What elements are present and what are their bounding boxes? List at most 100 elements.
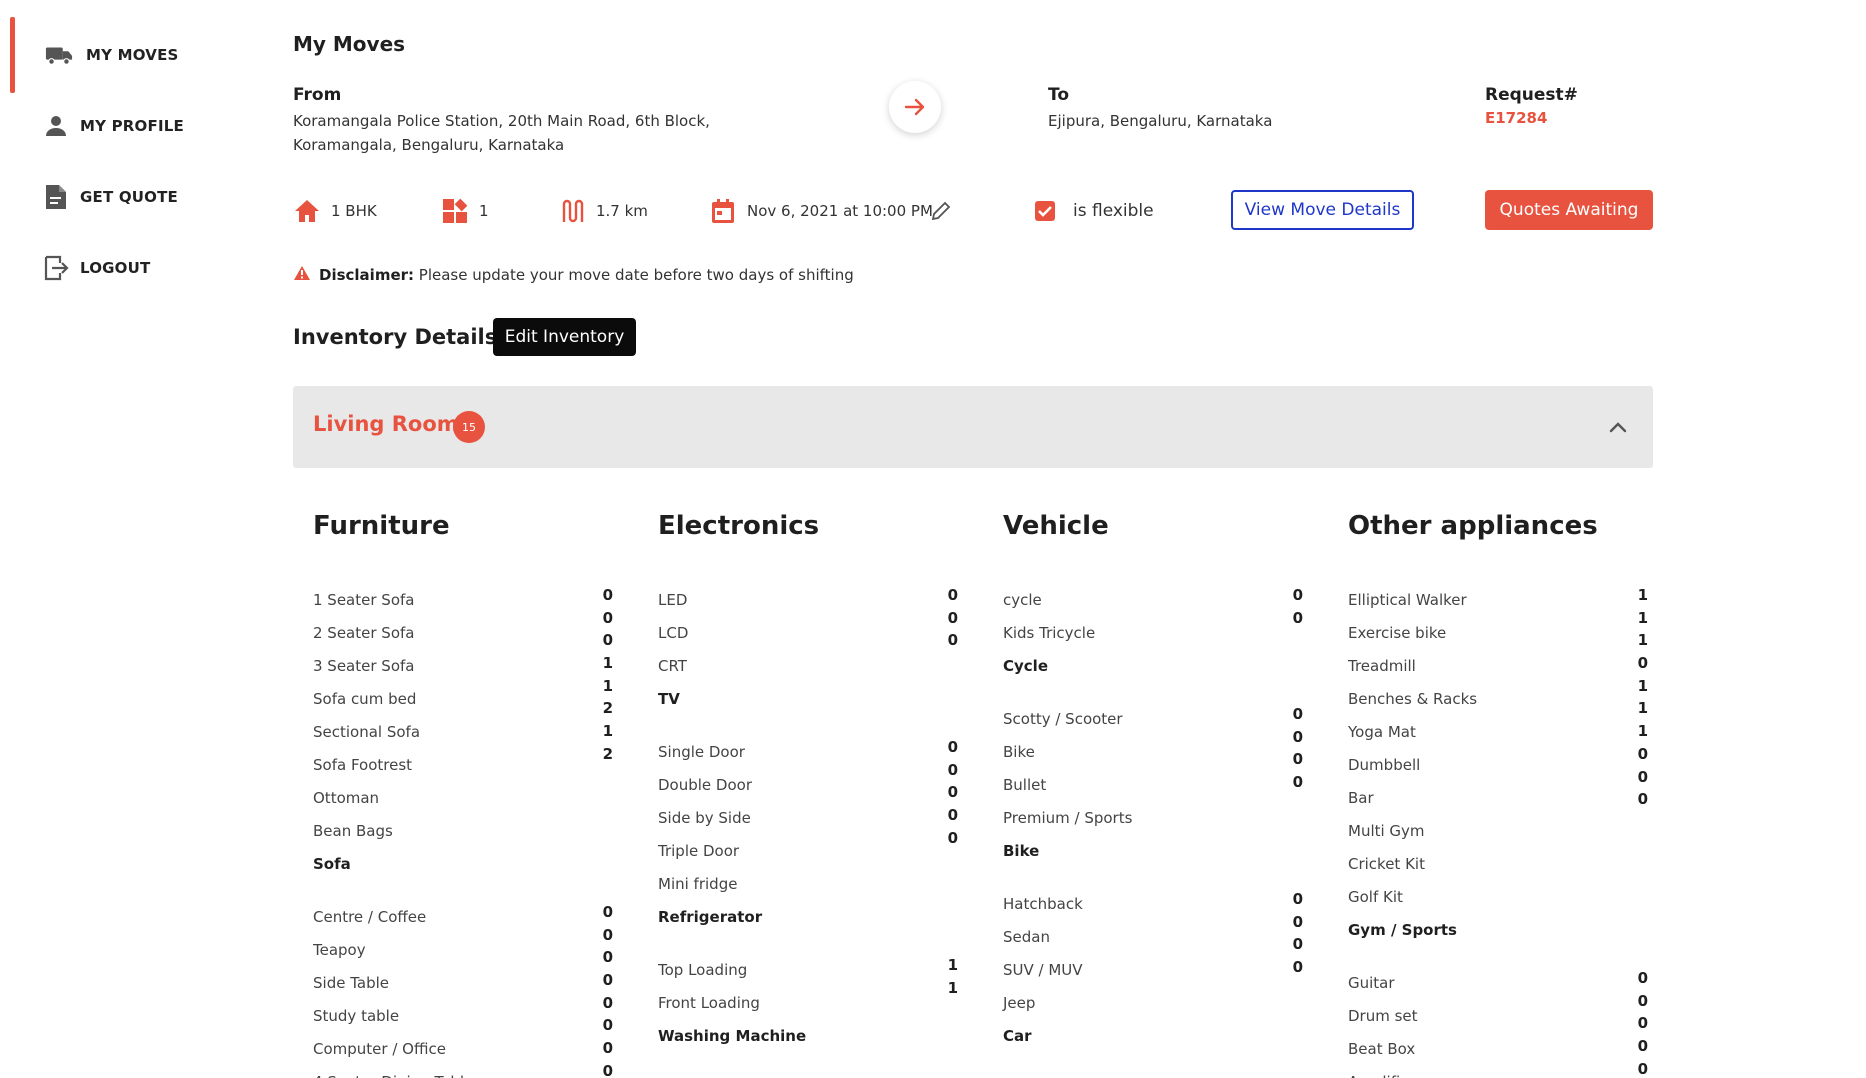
- chevron-up-icon[interactable]: [1605, 414, 1631, 440]
- house-type: 1 BHK: [293, 190, 377, 232]
- inventory-item: Computer / Office: [313, 1040, 446, 1058]
- distance: 1.7 km: [558, 190, 648, 232]
- item-group: Single Door Double Door Side by Side Triple…: [658, 736, 958, 934]
- item-group: Microwave0: [658, 1073, 958, 1078]
- item-count: 0: [602, 1016, 613, 1035]
- inventory-item: Jeep: [1003, 994, 1036, 1012]
- item-group: Hatchback Sedan SUV / MUV Jeep Car 0 0 0 0: [1003, 888, 1303, 1053]
- inventory-item: Yoga Mat: [1348, 723, 1416, 741]
- sidebar-item-get-quote[interactable]: GET QUOTE: [0, 167, 240, 227]
- room-accordion-header[interactable]: Living Room 15: [293, 386, 1653, 468]
- item-count: 0: [947, 586, 958, 604]
- sidebar-item-my-profile[interactable]: MY PROFILE: [0, 96, 240, 156]
- item-count: 0: [1292, 705, 1303, 723]
- item-count: 0: [947, 738, 958, 756]
- inventory-item: Hatchback: [1003, 895, 1083, 913]
- inventory-item: Ottoman: [313, 789, 380, 807]
- home-icon: [293, 197, 321, 225]
- item-count: 0: [602, 971, 613, 990]
- disclaimer-text: Please update your move date before two …: [414, 266, 854, 284]
- house-type-value: 1 BHK: [331, 202, 377, 220]
- group-name: Refrigerator: [658, 908, 763, 926]
- item-counts: 0 0 0 0: [1273, 703, 1303, 794]
- boxes-icon: [441, 197, 469, 225]
- item-count: 0: [1637, 744, 1648, 763]
- inventory-item: LCD: [658, 624, 689, 642]
- inventory-item: Bullet: [1003, 776, 1047, 794]
- edit-inventory-button[interactable]: Edit Inventory: [493, 318, 636, 356]
- item-counts: 00: [1273, 584, 1303, 629]
- sidebar-item-logout[interactable]: LOGOUT: [0, 238, 240, 298]
- arrow-right-icon: [889, 81, 941, 133]
- room-name: Living Room: [313, 412, 459, 436]
- sidebar-item-label: LOGOUT: [80, 259, 151, 277]
- inventory-item: Sofa cum bed: [313, 690, 417, 708]
- flexible-checkbox[interactable]: is flexible: [1031, 190, 1154, 232]
- item-count: 0: [602, 993, 613, 1012]
- item-count: 0: [947, 806, 958, 825]
- item-counts: 0 0 0 0 0 0 0 0: [583, 901, 613, 1078]
- item-group: cycle Kids Tricycle Cycle 0 0: [1003, 584, 1303, 683]
- group-name: TV: [658, 690, 680, 708]
- item-group: Top Loading Front Loading Washing Machine 1…: [658, 954, 958, 1053]
- group-name: Sofa: [313, 855, 351, 873]
- item-count: 0: [1292, 750, 1303, 769]
- item-count: 1: [1637, 676, 1648, 695]
- inventory-item: Treadmill: [1348, 657, 1416, 675]
- item-counts: 1 1 1 0 1 1 1 0 0 0: [1618, 584, 1648, 811]
- page-title: My Moves: [293, 32, 406, 56]
- item-group: GuitarDrum setBeat BoxAmplifier000000: [1348, 967, 1648, 1078]
- inventory-item: SUV / MUV: [1003, 961, 1083, 979]
- inventory-item: Cricket Kit: [1348, 855, 1425, 873]
- item-count: 0: [1637, 1014, 1648, 1033]
- item-count: 1: [1637, 608, 1648, 627]
- inventory-item: Guitar: [1348, 974, 1395, 992]
- inventory-item: Mini fridge: [658, 875, 738, 893]
- item-count: 0: [1292, 773, 1303, 792]
- request-block: Request# E17284: [1485, 85, 1685, 127]
- quotes-awaiting-button[interactable]: Quotes Awaiting: [1485, 190, 1653, 230]
- item-count: 0: [1292, 608, 1303, 627]
- item-count: 1: [1637, 699, 1648, 718]
- sidebar-item-my-moves[interactable]: MY MOVES: [0, 17, 240, 93]
- truck-icon: [45, 41, 73, 69]
- inventory-item: Microwave: [658, 1073, 958, 1078]
- item-group: LED LCD CRT TV 0 0 0: [658, 584, 958, 716]
- item-count: 2: [602, 744, 613, 763]
- item-count: 0: [947, 760, 958, 779]
- item-count: 0: [1637, 991, 1648, 1010]
- category-title: Electronics: [658, 511, 820, 541]
- checkbox-checked-icon: [1031, 197, 1059, 225]
- inventory-item: Golf Kit: [1348, 888, 1403, 906]
- item-count: 0: [602, 903, 613, 921]
- inventory-item: Triple Door: [658, 842, 740, 860]
- group-name: Bike: [1003, 842, 1040, 860]
- item-count: 1: [1637, 631, 1648, 650]
- pencil-icon[interactable]: [931, 190, 951, 232]
- sidebar-item-label: MY MOVES: [86, 46, 179, 64]
- item-count: 0: [602, 948, 613, 967]
- inventory-item: cycle: [1003, 591, 1042, 609]
- inventory-item: 2 Seater Sofa: [313, 624, 415, 642]
- item-count: 0: [947, 828, 958, 847]
- view-move-details-button[interactable]: View Move Details: [1231, 190, 1414, 230]
- item-count: 0: [1637, 1037, 1648, 1056]
- inventory-item: Front Loading: [658, 994, 760, 1012]
- item-group: Elliptical Walker Exercise bike Treadmill B…: [1348, 584, 1648, 947]
- group-name: Cycle: [1003, 657, 1048, 675]
- item-count: 0: [1637, 654, 1648, 673]
- items-count-value: 1: [479, 202, 489, 220]
- item-counts: 11: [928, 954, 958, 999]
- group-name: Washing Machine: [658, 1027, 807, 1045]
- item-count: 0: [602, 631, 613, 650]
- inventory-item: Double Door: [658, 776, 752, 794]
- inventory-column-vehicle: Vehicle cycle Kids Tricycle Cycle 0 0 Scotty /…: [1003, 506, 1303, 1073]
- inventory-item: Top Loading: [658, 961, 748, 979]
- item-count: 1: [602, 654, 613, 673]
- inventory-item: Drum set: [1348, 1007, 1418, 1025]
- items-count: 1: [441, 190, 489, 232]
- inventory-item: CRT: [658, 657, 687, 675]
- inventory-item: Elliptical Walker: [1348, 591, 1467, 609]
- item-counts: 0 0 0: [928, 584, 958, 652]
- distance-value: 1.7 km: [596, 202, 648, 220]
